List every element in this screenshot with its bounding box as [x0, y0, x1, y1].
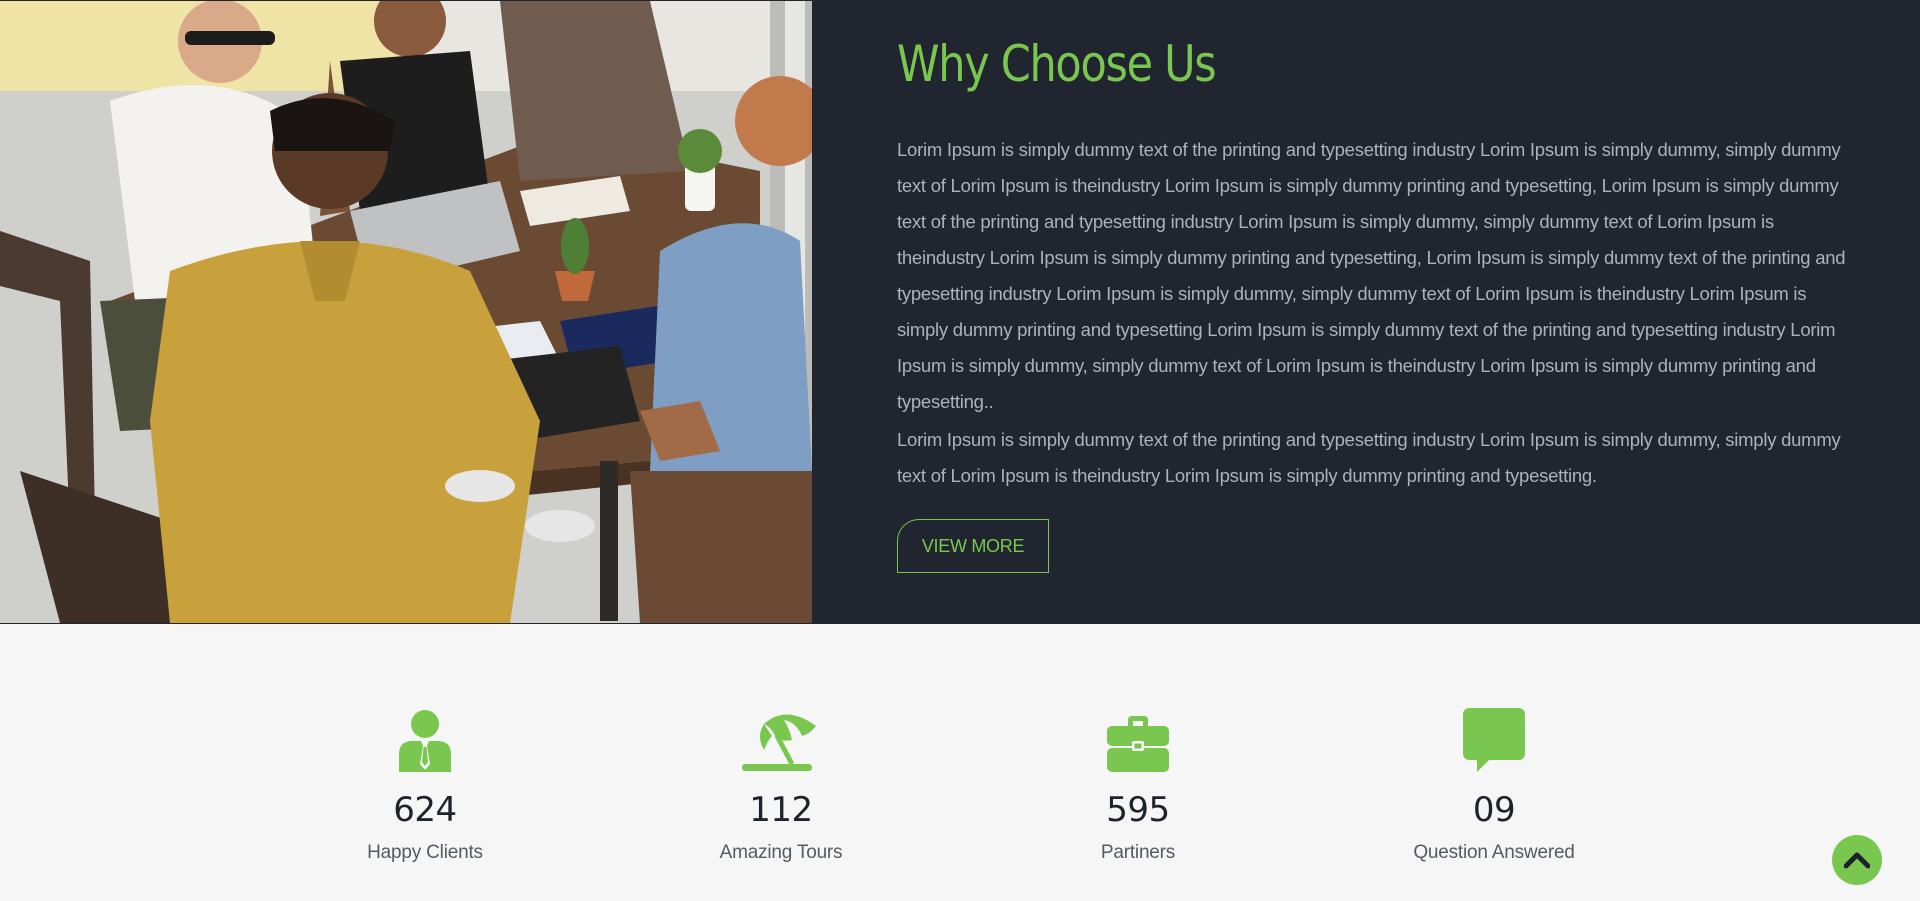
briefcase-icon: [988, 708, 1288, 772]
stat-label: Amazing Tours: [719, 842, 843, 863]
view-more-button[interactable]: VIEW MORE: [897, 519, 1049, 573]
person-icon: [275, 708, 575, 772]
section-title: Why Choose Us: [897, 35, 1217, 93]
description-paragraph-secondary: Lorim Ipsum is simply dummy text of the …: [897, 429, 1841, 486]
stat-amazing-tours: 112 Amazing Tours: [631, 708, 931, 864]
team-meeting-photo: [0, 1, 812, 623]
stat-label: Happy Clients: [367, 842, 483, 863]
speech-bubble-icon: [1344, 708, 1644, 772]
stat-number: 595: [1106, 790, 1170, 830]
stat-partners: 595 Partiners: [988, 708, 1288, 864]
beach-umbrella-icon: [631, 708, 931, 772]
stat-number: 624: [393, 790, 457, 830]
stat-happy-clients: 624 Happy Clients: [275, 708, 575, 864]
stat-number: 112: [749, 790, 813, 830]
why-choose-us-section: Why Choose Us Lorim Ipsum is simply dumm…: [0, 0, 1920, 624]
chevron-up-icon: [1844, 852, 1870, 869]
scroll-to-top-button[interactable]: [1832, 835, 1882, 885]
stat-label: Question Answered: [1413, 842, 1575, 863]
description-paragraph: Lorim Ipsum is simply dummy text of the …: [897, 139, 1846, 412]
stat-label: Partiners: [1100, 842, 1176, 863]
stat-number: 09: [1472, 790, 1516, 830]
stat-questions-answered: 09 Question Answered: [1344, 708, 1644, 864]
stats-section: 624 Happy Clients 112 Amazing Tours 595: [0, 624, 1920, 901]
